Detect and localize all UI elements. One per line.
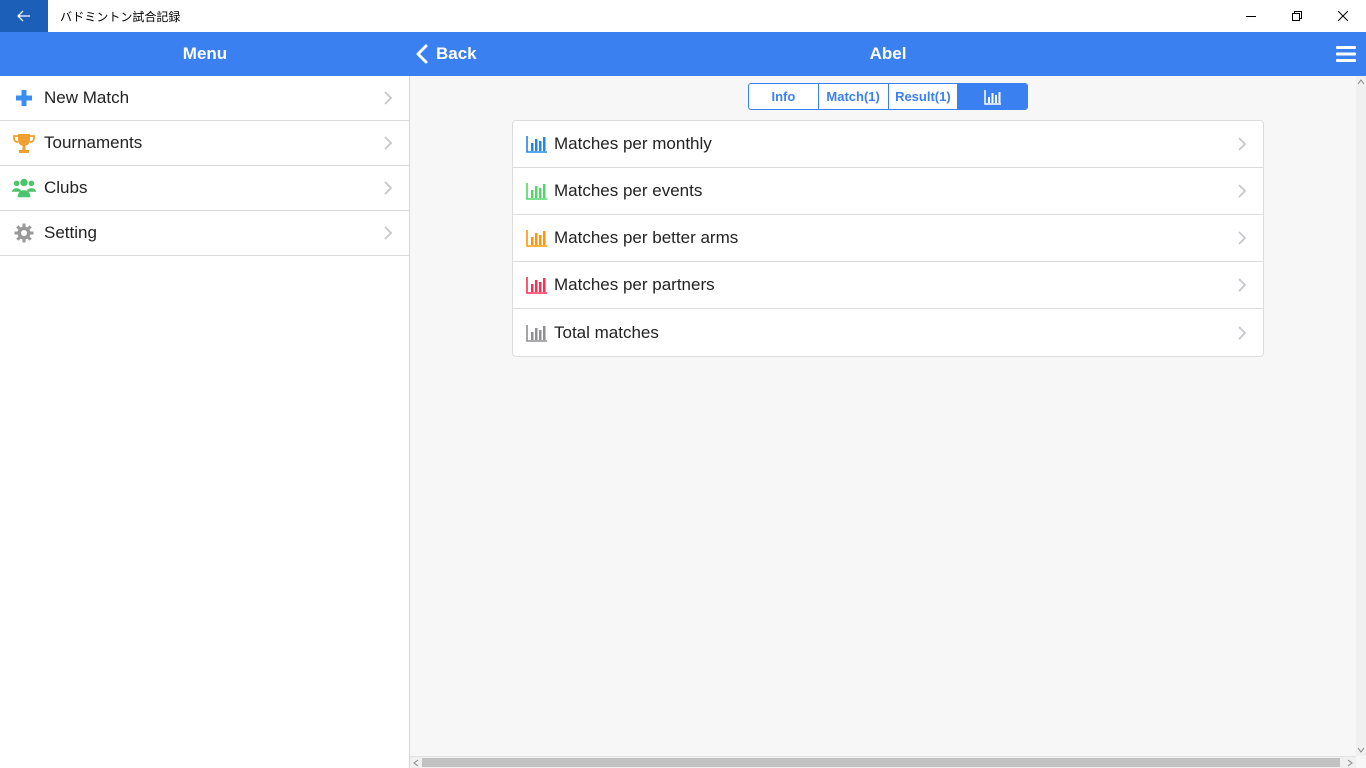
chevron-right-icon [1238, 231, 1247, 245]
bar-chart-icon [526, 323, 548, 343]
list-item-matches-events[interactable]: Matches per events [513, 168, 1263, 215]
minimize-icon [1246, 16, 1256, 17]
sidebar-item-label: New Match [44, 88, 130, 107]
list-item-label: Matches per better arms [554, 228, 739, 247]
list-item-label: Matches per monthly [554, 134, 712, 153]
tab-match[interactable]: Match(1) [819, 84, 889, 109]
chevron-right-icon [384, 181, 393, 195]
stats-list: Matches per monthly Matches per events M… [512, 120, 1264, 357]
list-item-label: Matches per partners [554, 275, 715, 294]
tab-bar: Info Match(1) Result(1) [748, 83, 1028, 110]
tab-stats[interactable] [958, 84, 1027, 109]
minimize-button[interactable] [1228, 0, 1274, 32]
menu-title: Menu [182, 44, 228, 63]
main-panel: Info Match(1) Result(1) Matches per mont… [410, 76, 1356, 756]
sidebar-item-new-match[interactable]: New Match [0, 76, 409, 121]
scroll-up-icon[interactable] [1356, 78, 1366, 86]
bar-chart-icon [526, 134, 548, 154]
close-button[interactable] [1320, 0, 1366, 32]
scroll-down-icon[interactable] [1356, 746, 1366, 754]
back-button[interactable]: Back [416, 32, 477, 76]
list-item-matches-better-arms[interactable]: Matches per better arms [513, 215, 1263, 262]
sidebar-item-clubs[interactable]: Clubs [0, 166, 409, 211]
chevron-right-icon [384, 91, 393, 105]
chevron-right-icon [1238, 184, 1247, 198]
chevron-right-icon [1238, 278, 1247, 292]
list-item-matches-partners[interactable]: Matches per partners [513, 262, 1263, 309]
chevron-right-icon [1238, 137, 1247, 151]
hamburger-menu-icon[interactable] [1336, 44, 1356, 64]
people-icon [12, 176, 36, 200]
plus-icon [12, 86, 36, 110]
chevron-right-icon [384, 226, 393, 240]
scroll-left-icon[interactable] [410, 757, 422, 768]
app-header: Menu Abel Back [0, 32, 1366, 76]
close-icon [1338, 11, 1348, 21]
sidebar-item-label: Setting [44, 223, 97, 242]
bar-chart-icon [526, 275, 548, 295]
list-item-total-matches[interactable]: Total matches [513, 309, 1263, 356]
sidebar-item-tournaments[interactable]: Tournaments [0, 121, 409, 166]
sidebar-item-setting[interactable]: Setting [0, 211, 409, 256]
bar-chart-icon [526, 181, 548, 201]
window-back-button[interactable] [0, 0, 48, 32]
horizontal-scrollbar[interactable] [410, 756, 1356, 768]
vertical-scrollbar[interactable] [1356, 76, 1366, 756]
chevron-right-icon [1238, 325, 1247, 340]
page-title: Abel [869, 44, 907, 63]
chevron-left-icon [416, 44, 428, 64]
sidebar-item-label: Tournaments [44, 133, 143, 152]
sidebar-item-label: Clubs [44, 178, 88, 197]
list-item-label: Total matches [554, 322, 659, 342]
bar-chart-icon [526, 228, 548, 248]
bar-chart-icon [983, 89, 1001, 105]
list-item-matches-monthly[interactable]: Matches per monthly [513, 121, 1263, 168]
gear-icon [12, 221, 36, 245]
scroll-right-icon[interactable] [1344, 757, 1356, 768]
list-item-label: Matches per events [554, 181, 703, 200]
chevron-right-icon [384, 136, 393, 150]
sidebar: New Match Tournaments Clubs Setting [0, 76, 410, 768]
trophy-icon [12, 131, 36, 155]
tab-info[interactable]: Info [749, 84, 819, 109]
scrollbar-thumb[interactable] [422, 758, 1340, 767]
window-titlebar: バドミントン試合記録 [0, 0, 1366, 32]
restore-button[interactable] [1274, 0, 1320, 32]
restore-icon [1292, 11, 1302, 21]
arrow-left-icon [17, 10, 30, 22]
window-title: バドミントン試合記録 [60, 9, 181, 24]
tab-result[interactable]: Result(1) [889, 84, 959, 109]
back-label: Back [436, 44, 477, 63]
